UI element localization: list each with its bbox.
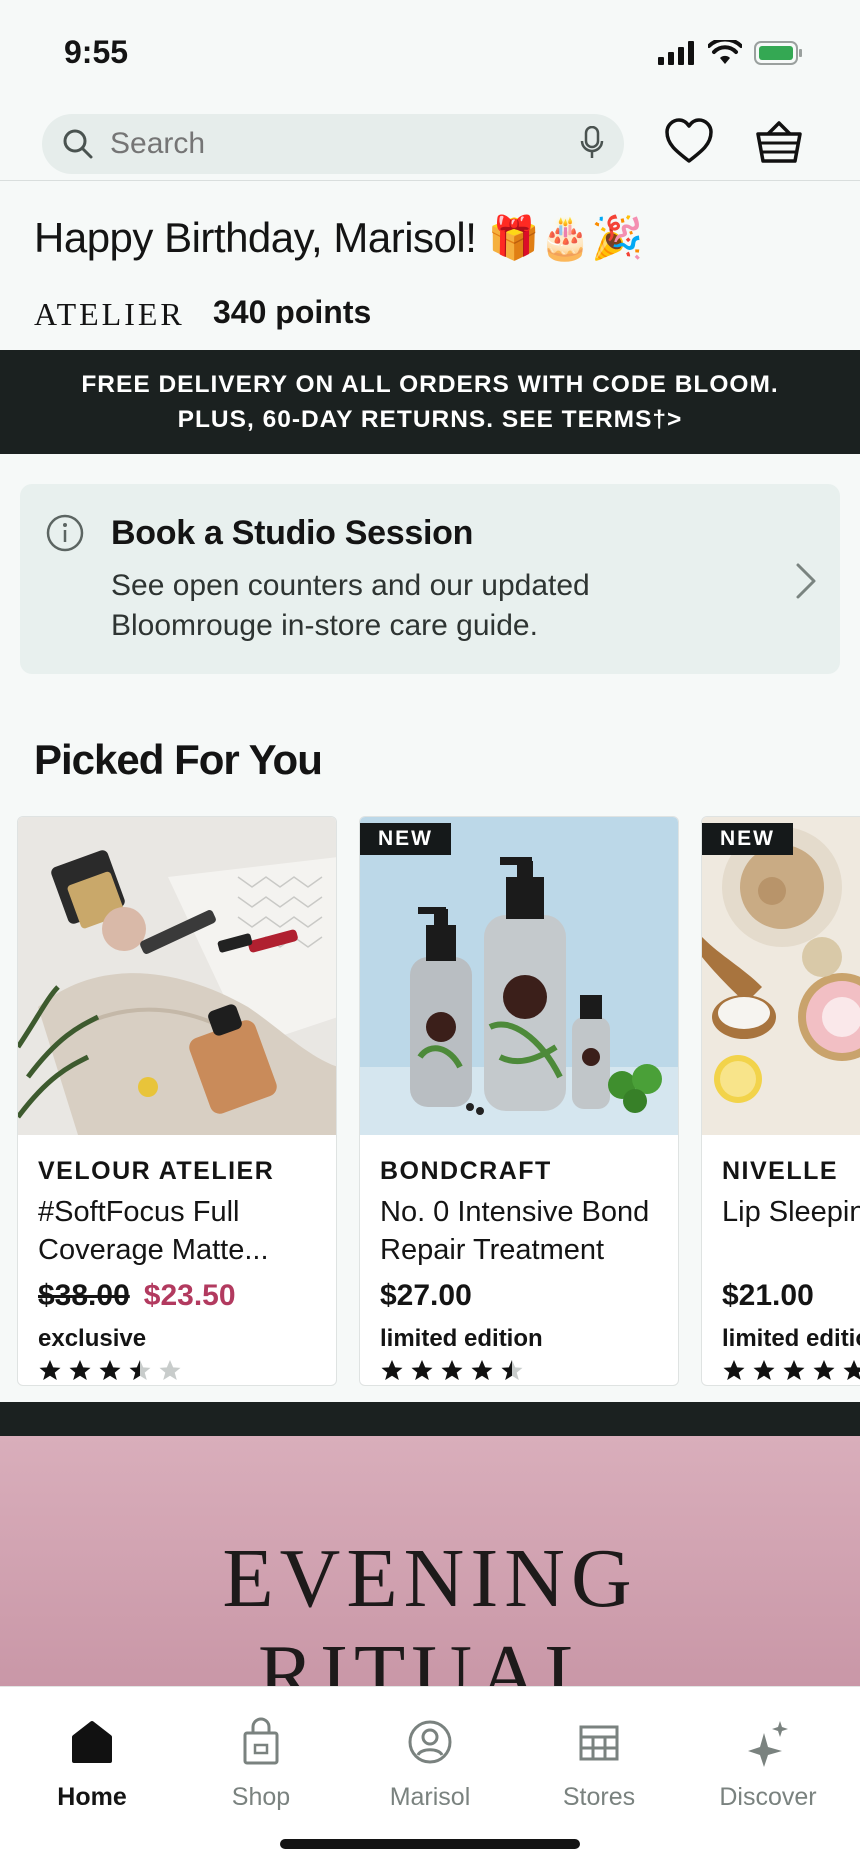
star-icon <box>441 1360 463 1380</box>
signal-icon <box>658 41 694 65</box>
hero-title-line-2: RITUAL <box>258 1628 602 1686</box>
info-card-title: Book a Studio Session <box>111 514 474 552</box>
star-icon <box>843 1360 860 1380</box>
sale-price: $23.50 <box>143 1279 236 1312</box>
profile-icon <box>408 1720 452 1764</box>
product-brand: BONDCRAFT <box>380 1157 552 1185</box>
star-icon <box>411 1360 433 1380</box>
product-image-lipcare[interactable]: NEW <box>702 817 860 1135</box>
microphone-icon[interactable] <box>580 126 604 160</box>
search-header <box>0 110 860 181</box>
tab-shop[interactable]: Shop <box>191 1717 331 1812</box>
promo-line-1: FREE DELIVERY ON ALL ORDERS WITH CODE BL… <box>81 371 779 398</box>
tab-stores[interactable]: Stores <box>529 1717 669 1812</box>
original-price: $38.00 <box>38 1279 130 1312</box>
product-card[interactable]: NEW NIVELLE Lip Sleeping Mask $21.00 lim… <box>701 816 860 1386</box>
product-price: $21.00 <box>722 1279 814 1313</box>
basket-icon[interactable] <box>756 120 802 164</box>
price: $27.00 <box>380 1279 472 1312</box>
star-icon <box>723 1360 745 1380</box>
search-icon <box>63 129 93 159</box>
section-title-picked: Picked For You <box>34 736 323 783</box>
info-icon <box>46 514 84 552</box>
star-icon <box>159 1360 181 1380</box>
status-time: 9:55 <box>64 34 129 70</box>
star-icon <box>129 1360 151 1380</box>
price: $21.00 <box>722 1279 814 1312</box>
star-icon <box>69 1360 91 1380</box>
product-name[interactable]: No. 0 Intensive Bond Repair Treatment <box>380 1193 678 1269</box>
star-icon <box>813 1360 835 1380</box>
star-rating <box>380 1359 524 1381</box>
chevron-right-icon <box>796 563 816 599</box>
product-carousel[interactable]: VELOUR ATELIER #SoftFocus Full Coverage … <box>0 816 860 1390</box>
new-badge: NEW <box>360 823 451 855</box>
product-brand: NIVELLE <box>722 1157 839 1185</box>
studio-session-card[interactable]: Book a Studio Session See open counters … <box>20 484 840 674</box>
status-bar: 9:55 <box>0 0 860 110</box>
product-name[interactable]: Lip Sleeping Mask <box>722 1193 860 1231</box>
tab-discover[interactable]: Discover <box>698 1717 838 1812</box>
tab-home[interactable]: Home <box>22 1717 162 1812</box>
heart-icon[interactable] <box>664 118 714 164</box>
star-icon <box>753 1360 775 1380</box>
wifi-icon <box>708 40 742 64</box>
search-bar[interactable] <box>42 114 624 174</box>
promo-line-2[interactable]: PLUS, 60-DAY RETURNS. SEE TERMS†> <box>0 402 860 437</box>
sparkle-icon <box>748 1721 788 1767</box>
info-card-body: See open counters and our updated Bloomr… <box>111 569 590 642</box>
star-rating <box>722 1359 860 1381</box>
product-price: $27.00 <box>380 1279 472 1313</box>
product-card[interactable]: VELOUR ATELIER #SoftFocus Full Coverage … <box>17 816 337 1386</box>
star-icon <box>471 1360 493 1380</box>
search-input[interactable] <box>110 114 550 174</box>
product-image-makeup[interactable] <box>18 817 336 1135</box>
star-icon <box>99 1360 121 1380</box>
star-icon <box>783 1360 805 1380</box>
product-tag: exclusive <box>38 1325 147 1352</box>
star-icon <box>381 1360 403 1380</box>
product-card[interactable]: NEW BONDCRAFT No. 0 Intensive Bond Repai… <box>359 816 679 1386</box>
store-icon <box>579 1725 619 1761</box>
product-tag: limited edition <box>380 1325 543 1352</box>
product-tag: limited edition <box>722 1325 860 1352</box>
product-brand: VELOUR ATELIER <box>38 1157 275 1185</box>
promo-banner[interactable]: FREE DELIVERY ON ALL ORDERS WITH CODE BL… <box>0 350 860 454</box>
product-image-haircare[interactable]: NEW <box>360 817 678 1135</box>
status-icons <box>658 40 804 66</box>
star-icon <box>39 1360 61 1380</box>
hero-title-line-1: EVENING <box>222 1532 638 1625</box>
star-icon <box>501 1360 523 1380</box>
product-price: $38.00 $23.50 <box>38 1279 236 1313</box>
tab-profile[interactable]: Marisol <box>360 1717 500 1812</box>
evening-ritual-banner[interactable]: EVENING RITUAL <box>0 1436 860 1686</box>
star-rating <box>38 1359 182 1381</box>
loyalty-brand: ATELIER <box>34 296 185 332</box>
greeting-text: Happy Birthday, Marisol! 🎁🎂🎉 <box>34 214 643 261</box>
shopping-bag-icon <box>243 1717 279 1765</box>
hero-top-band <box>0 1402 860 1436</box>
home-indicator <box>280 1839 580 1849</box>
loyalty-points[interactable]: 340 points <box>213 294 371 331</box>
new-badge: NEW <box>702 823 793 855</box>
home-icon <box>72 1721 112 1763</box>
product-name[interactable]: #SoftFocus Full Coverage Matte... <box>38 1193 336 1269</box>
battery-icon <box>754 41 802 65</box>
